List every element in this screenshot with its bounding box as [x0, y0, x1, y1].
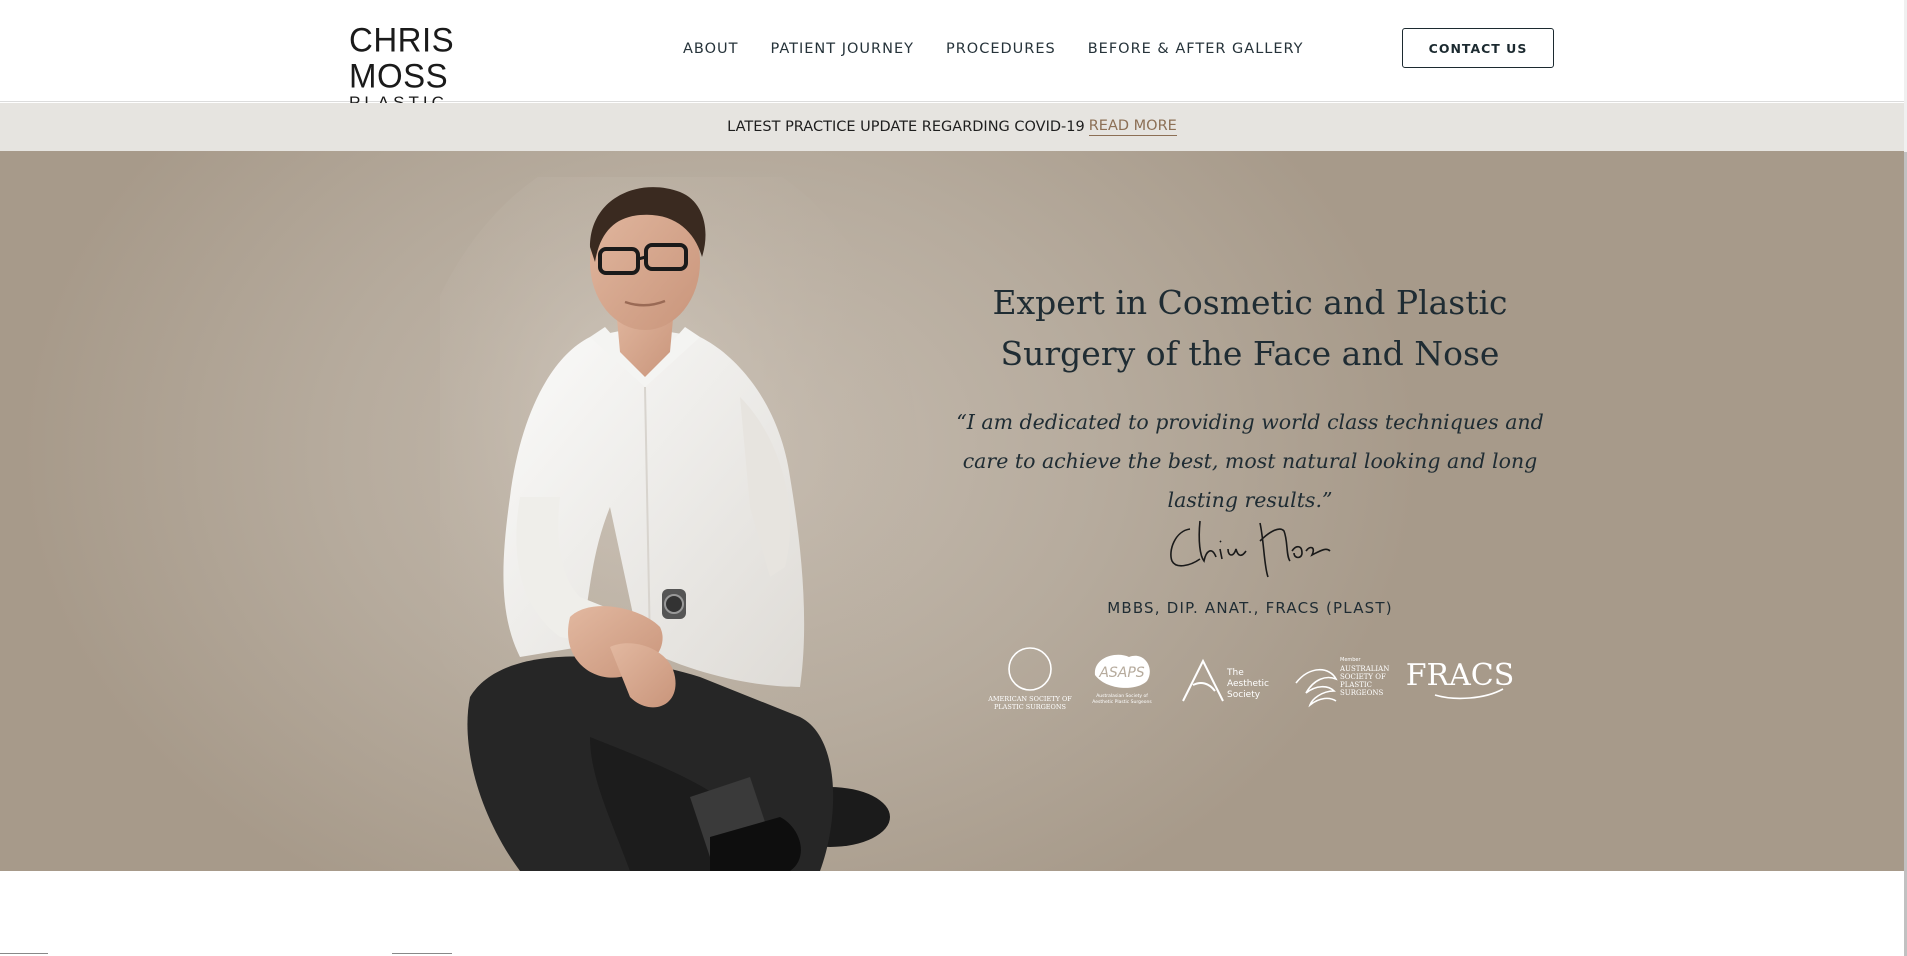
svg-text:Aesthetic Plastic Surgeons: Aesthetic Plastic Surgeons [1092, 699, 1152, 705]
svg-text:Society: Society [1227, 690, 1261, 700]
svg-text:Member: Member [1340, 657, 1362, 663]
aesthetic-society-logo-icon: The Aesthetic Society [1182, 658, 1269, 702]
svg-text:FRACS: FRACS [1406, 658, 1515, 693]
main-nav: ABOUT PATIENT JOURNEY PROCEDURES BEFORE … [683, 41, 1336, 57]
svg-text:PLASTIC SURGEONS: PLASTIC SURGEONS [994, 703, 1066, 711]
nav-item-patient-journey[interactable]: PATIENT JOURNEY [771, 41, 914, 57]
site-header: CHRIS MOSS PLASTIC SURGEON ABOUT PATIENT… [0, 0, 1904, 132]
svg-text:Australasian Society of: Australasian Society of [1096, 693, 1148, 699]
nav-item-procedures[interactable]: PROCEDURES [946, 41, 1056, 57]
covid-notice-bar: LATEST PRACTICE UPDATE REGARDING COVID-1… [0, 103, 1904, 151]
svg-text:AMERICAN SOCIETY OF: AMERICAN SOCIETY OF [987, 695, 1072, 703]
signature-image [1170, 520, 1331, 578]
logo-name: CHRIS MOSS [349, 20, 455, 95]
svg-text:PLASTIC: PLASTIC [1340, 681, 1372, 689]
nav-item-about[interactable]: ABOUT [683, 41, 739, 57]
asaps-logo-icon: ASAPS Australasian Society of Aesthetic … [1092, 654, 1152, 705]
asps-logo-icon: AMERICAN SOCIETY OF PLASTIC SURGEONS [987, 647, 1072, 711]
divider-line [392, 953, 452, 954]
nav-item-before-after-gallery[interactable]: BEFORE & AFTER GALLERY [1088, 41, 1304, 57]
australian-society-logo-icon: Member AUSTRALIAN SOCIETY OF PLASTIC SUR… [1295, 657, 1389, 708]
svg-text:The: The [1226, 668, 1244, 678]
svg-text:AUSTRALIAN: AUSTRALIAN [1339, 665, 1389, 673]
hero-section: Expert in Cosmetic and Plastic Surgery o… [0, 151, 1904, 871]
next-section [0, 871, 1904, 956]
associations-logos: AMERICAN SOCIETY OF PLASTIC SURGEONS ASA… [985, 645, 1515, 715]
notice-read-more-link[interactable]: READ MORE [1088, 118, 1177, 136]
fracs-logo-icon: FRACS [1406, 658, 1515, 700]
hero-quote: “I am dedicated to providing world class… [956, 410, 1544, 512]
surgeon-portrait-image [440, 177, 920, 871]
svg-text:ASAPS: ASAPS [1098, 665, 1144, 681]
credentials-text: MBBS, DIP. ANAT., FRACS (PLAST) [1107, 599, 1393, 617]
contact-us-button[interactable]: CONTACT US [1402, 28, 1554, 68]
divider-line [0, 953, 48, 954]
svg-text:Aesthetic: Aesthetic [1227, 679, 1269, 689]
notice-text: LATEST PRACTICE UPDATE REGARDING COVID-1… [727, 119, 1085, 135]
svg-text:SOCIETY OF: SOCIETY OF [1340, 673, 1386, 681]
hero-title: Expert in Cosmetic and Plastic Surgery o… [992, 283, 1508, 373]
svg-text:SURGEONS: SURGEONS [1340, 689, 1384, 697]
